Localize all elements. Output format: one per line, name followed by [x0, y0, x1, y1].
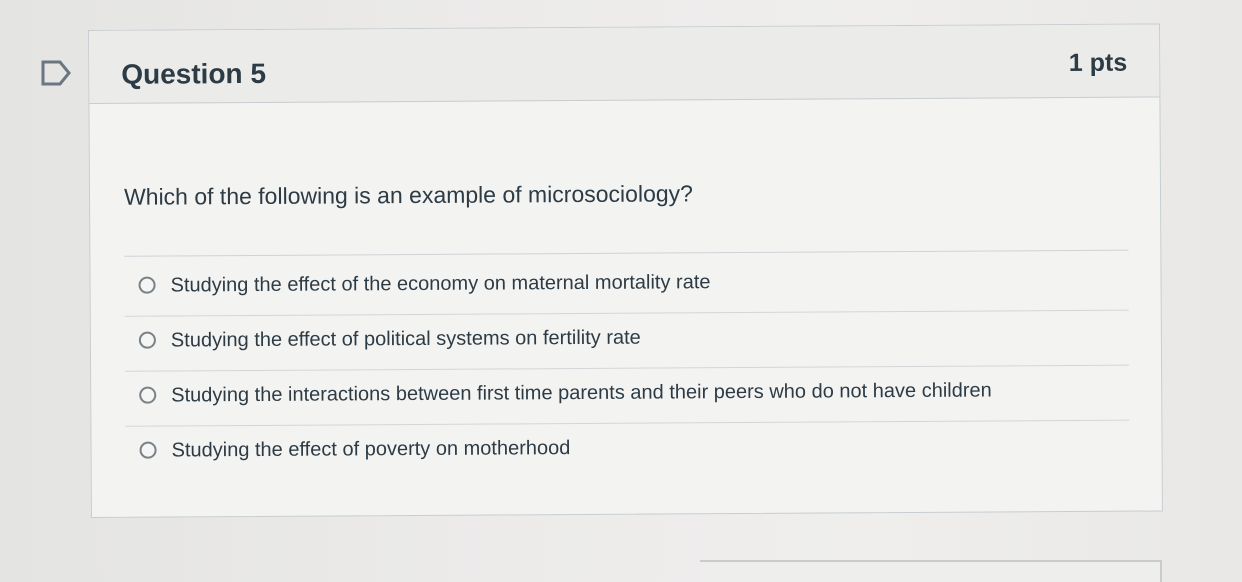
question-header: Question 5 1 pts [89, 24, 1160, 104]
radio-button-1[interactable] [138, 276, 156, 294]
question-card: Question 5 1 pts Which of the following … [88, 23, 1163, 518]
answer-label-1[interactable]: Studying the effect of the economy on ma… [170, 271, 710, 297]
radio-button-2[interactable] [138, 331, 156, 349]
radio-button-3[interactable] [139, 386, 157, 404]
answer-option-4[interactable]: Studying the effect of poverty on mother… [125, 421, 1129, 481]
answer-option-1[interactable]: Studying the effect of the economy on ma… [124, 255, 1129, 317]
flag-question-icon[interactable] [40, 60, 72, 86]
question-title: Question 5 [121, 57, 267, 90]
next-question-card-edge [700, 560, 1162, 582]
answer-list: Studying the effect of the economy on ma… [124, 255, 1130, 481]
answer-label-2[interactable]: Studying the effect of political systems… [171, 327, 641, 353]
answer-label-4[interactable]: Studying the effect of poverty on mother… [172, 437, 571, 462]
answer-option-3[interactable]: Studying the interactions between first … [125, 365, 1130, 427]
question-text: Which of the following is an example of … [123, 180, 693, 210]
answer-option-2[interactable]: Studying the effect of political systems… [124, 310, 1130, 372]
question-points: 1 pts [1068, 48, 1128, 78]
answer-label-3[interactable]: Studying the interactions between first … [171, 379, 992, 407]
radio-button-4[interactable] [139, 441, 157, 459]
